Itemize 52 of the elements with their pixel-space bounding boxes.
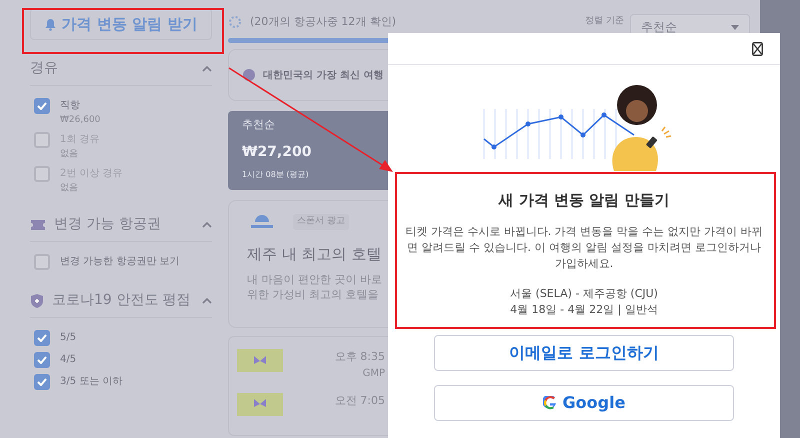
tab-label: 추천순 [242, 117, 276, 133]
airport-code: GMP [362, 366, 385, 380]
option-label: 변경 가능한 항공권만 보기 [60, 255, 180, 269]
notice-text: 대한민국의 가장 최신 여행 [263, 68, 384, 82]
option-price: 없음 [60, 148, 79, 160]
tab-duration: 1시간 08분 (평균) [242, 168, 310, 180]
tab-price: ₩27,200 [242, 142, 312, 162]
option-price: 없음 [60, 182, 79, 194]
option-label: 3/5 또는 이하 [60, 375, 122, 389]
checkbox[interactable] [34, 254, 50, 270]
checkbox[interactable] [34, 330, 50, 346]
flight-time: 오전 7:05 [334, 392, 385, 408]
flight-time: 오후 8:35 [334, 349, 385, 365]
dialog-description: 티켓 가격은 수시로 바뀝니다. 가격 변동을 막을 수는 없지만 가격이 바뀌면 알려드릴 수 있습니다. 이 여행의 알림 설정을 마치려면 로그인하거나 가입하세요. [404, 224, 764, 272]
bell-icon [44, 18, 56, 30]
dialog-title: 새 가격 변동 알림 만들기 [498, 190, 670, 211]
ad-text: 위한 가성비 최고의 호텔을 [247, 286, 378, 302]
option-label: 4/5 [60, 353, 76, 367]
option-label: 5/5 [60, 331, 76, 345]
section-title: 경유 [30, 59, 58, 78]
checkbox[interactable] [34, 98, 50, 114]
butterfly-icon [253, 356, 267, 366]
email-login-button[interactable]: 이메일로 로그인하기 [434, 334, 734, 370]
info-icon [243, 69, 255, 81]
dropdown-caret-icon [731, 24, 739, 30]
spinner-icon [228, 15, 242, 29]
checkmark-icon [37, 334, 47, 342]
checkmark-icon [37, 356, 47, 364]
section-title: 변경 가능 항공권 [54, 215, 161, 234]
dates-text: 4월 18일 - 4월 22일 | 일반석 [510, 302, 658, 318]
close-icon[interactable] [752, 42, 763, 56]
checkmark-icon [37, 102, 47, 110]
route-text: 서울 (SELA) - 제주공항 (CJU) [510, 286, 658, 302]
option-price: ₩26,600 [60, 114, 100, 126]
butterfly-icon [253, 399, 267, 409]
shield-icon [30, 292, 44, 308]
ad-title: 제주 내 최고의 호텔 [247, 244, 382, 265]
checkmark-icon [37, 378, 47, 386]
chevron-up-icon[interactable] [202, 298, 212, 304]
sponsored-badge: 스폰서 광고 [293, 214, 349, 230]
google-login-button[interactable]: Google [434, 384, 734, 420]
checkbox[interactable] [34, 374, 50, 390]
option-label: 직항 [60, 99, 81, 113]
chevron-up-icon[interactable] [202, 222, 212, 228]
ticket-icon [30, 218, 46, 230]
progress-text: (20개의 항공사중 12개 확인) [250, 14, 396, 30]
checkbox[interactable] [34, 352, 50, 368]
ad-text: 내 마음이 편안한 곳이 바로 [247, 272, 382, 286]
google-g-icon [542, 396, 557, 410]
section-title: 코로나19 안전도 평점 [52, 291, 191, 310]
sort-label: 정렬 기준 [585, 15, 624, 28]
chevron-up-icon[interactable] [202, 66, 212, 72]
